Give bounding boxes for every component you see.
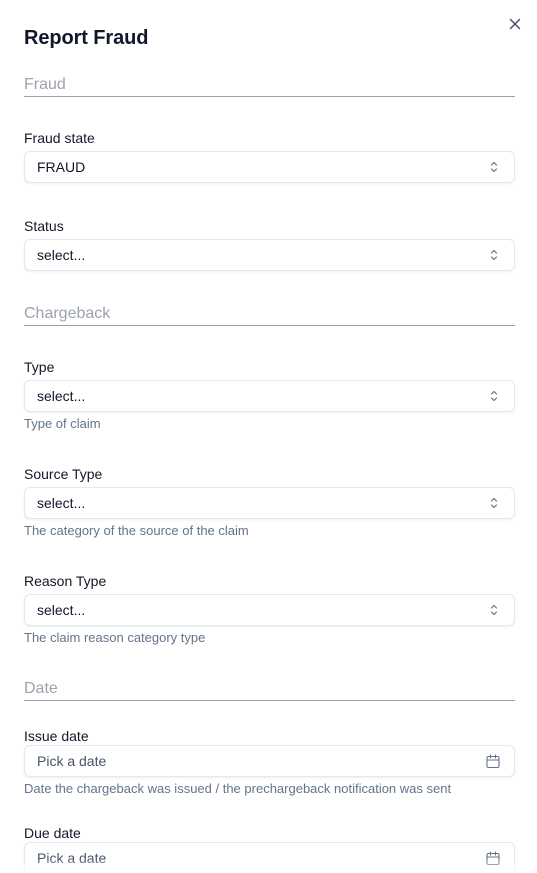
reason-type-value: select... [37,602,86,618]
source-type-label: Source Type [24,466,103,482]
chevron-up-down-icon [490,161,498,173]
type-select[interactable]: select... [24,380,515,412]
issue-date-picker[interactable]: Pick a date [24,745,515,777]
section-date: Date [24,679,515,701]
section-fraud: Fraud [24,75,515,97]
source-type-help: The category of the source of the claim [24,523,249,538]
fraud-state-value: FRAUD [37,159,86,175]
type-label: Type [24,359,55,375]
due-date-picker[interactable]: Pick a date [24,842,515,873]
reason-type-label: Reason Type [24,573,107,589]
dialog-title: Report Fraud [24,27,149,49]
calendar-icon [486,754,500,769]
reason-type-select[interactable]: select... [24,594,515,626]
issue-date-help: Date the chargeback was issued / the pre… [24,781,452,796]
due-date-label: Due date [24,825,81,841]
issue-date-label: Issue date [24,728,89,744]
calendar-icon [486,851,500,866]
chevron-up-down-icon [490,497,498,509]
section-chargeback-title: Chargeback [24,305,111,322]
section-date-title: Date [24,680,58,697]
status-label: Status [24,218,64,234]
chevron-up-down-icon [490,249,498,261]
status-value: select... [37,247,86,263]
fraud-state-label: Fraud state [24,130,95,146]
chevron-up-down-icon [490,604,498,616]
reason-type-help: The claim reason category type [24,630,206,645]
issue-date-placeholder: Pick a date [37,753,107,769]
type-help: Type of claim [24,416,101,431]
status-select[interactable]: select... [24,239,515,271]
close-icon[interactable] [506,15,524,33]
section-chargeback: Chargeback [24,304,515,326]
due-date-placeholder: Pick a date [37,850,107,866]
fraud-state-select[interactable]: FRAUD [24,151,515,183]
section-fraud-title: Fraud [24,76,66,93]
chevron-up-down-icon [490,390,498,402]
type-value: select... [37,388,86,404]
source-type-select[interactable]: select... [24,487,515,519]
source-type-value: select... [37,495,86,511]
